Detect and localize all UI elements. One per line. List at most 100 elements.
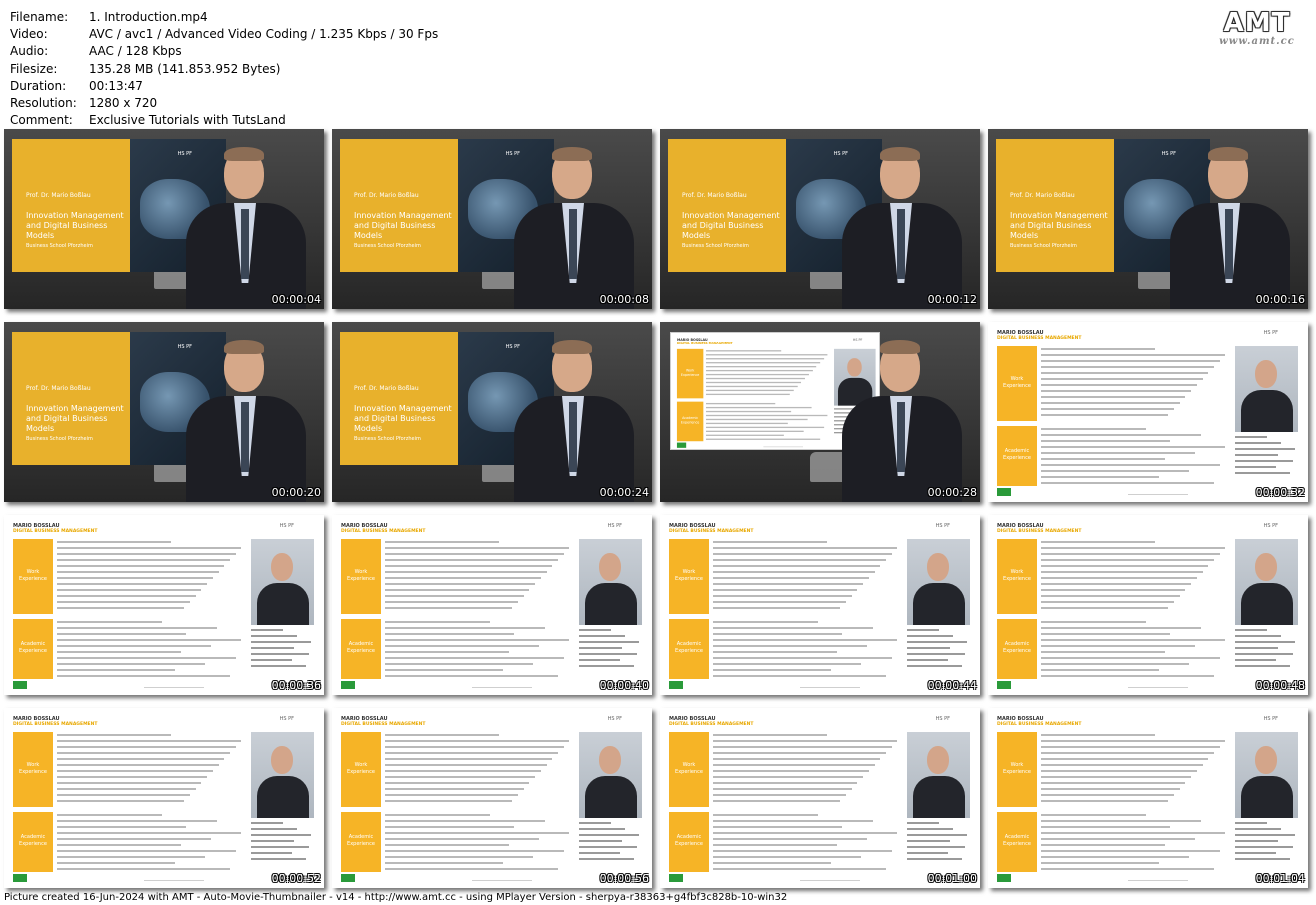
colloquium-info bbox=[579, 822, 642, 864]
info-value: 1280 x 720 bbox=[89, 96, 158, 111]
slide-school: Business School Pforzheim bbox=[682, 243, 749, 249]
text-line bbox=[713, 868, 886, 870]
text-line bbox=[713, 814, 818, 816]
text-line bbox=[1041, 820, 1201, 822]
text-line bbox=[907, 641, 968, 643]
cv-slide: MARIO BOSSLAU DIGITAL BUSINESS MANAGEMENT… bbox=[988, 322, 1308, 502]
thumbnail-timestamp: 00:00:28 bbox=[927, 486, 977, 499]
text-line bbox=[251, 852, 292, 854]
text-line bbox=[1041, 868, 1214, 870]
work-experience-label: Work Experience bbox=[1003, 762, 1031, 775]
presenter-tie bbox=[1225, 209, 1233, 279]
academic-experience-text bbox=[713, 621, 903, 681]
text-line bbox=[1041, 776, 1192, 778]
text-line bbox=[713, 770, 869, 772]
text-line bbox=[251, 834, 312, 836]
text-line bbox=[385, 633, 515, 635]
video-thumbnail: MARIO BOSSLAU DIGITAL BUSINESS MANAGEMENT… bbox=[4, 515, 324, 695]
portrait-head bbox=[1255, 746, 1277, 774]
text-line bbox=[57, 800, 185, 802]
text-line bbox=[907, 635, 953, 637]
text-line bbox=[385, 583, 536, 585]
info-row: Filename: 1. Introduction.mp4 bbox=[10, 9, 438, 26]
footer-credits: Picture created 16-Jun-2024 with AMT - A… bbox=[4, 892, 788, 903]
info-row: Audio: AAC / 128 Kbps bbox=[10, 43, 438, 60]
text-line bbox=[385, 547, 570, 549]
text-line bbox=[1041, 360, 1220, 362]
portrait-jacket bbox=[257, 776, 309, 818]
text-line bbox=[251, 665, 307, 667]
text-line bbox=[385, 740, 570, 742]
info-label: Filesize: bbox=[10, 61, 58, 76]
text-line bbox=[579, 647, 623, 649]
amt-logo-url: www.amt.cc bbox=[1219, 36, 1295, 47]
colloquium-info bbox=[1235, 629, 1298, 671]
text-line bbox=[385, 601, 518, 603]
portrait-head bbox=[599, 553, 621, 581]
academic-experience-label: Academic Experience bbox=[680, 416, 700, 425]
presenter-tie bbox=[569, 209, 577, 279]
work-experience-label: Work Experience bbox=[19, 762, 47, 775]
text-line bbox=[251, 828, 297, 830]
text-line bbox=[579, 834, 640, 836]
slide-presenter-name: Prof. Dr. Mario Boßlau bbox=[26, 192, 91, 199]
work-experience-label: Work Experience bbox=[1003, 569, 1031, 582]
text-line bbox=[713, 856, 862, 858]
text-line bbox=[579, 822, 611, 824]
text-line bbox=[1041, 814, 1146, 816]
text-line bbox=[907, 665, 963, 667]
text-line bbox=[57, 746, 236, 748]
text-line bbox=[907, 629, 939, 631]
text-line bbox=[705, 402, 775, 405]
text-line bbox=[57, 740, 242, 742]
cv-slide: MARIO BOSSLAU DIGITAL BUSINESS MANAGEMENT… bbox=[332, 515, 652, 695]
academic-experience-text bbox=[713, 814, 903, 874]
cv-hs-logo: HS PF bbox=[1263, 330, 1278, 336]
cv-subtitle: DIGITAL BUSINESS MANAGEMENT bbox=[676, 342, 733, 346]
text-line bbox=[57, 559, 230, 561]
text-line bbox=[1041, 396, 1186, 398]
text-line bbox=[57, 758, 225, 760]
academic-experience-label: Academic Experience bbox=[1003, 448, 1031, 461]
text-line bbox=[713, 675, 886, 677]
text-line bbox=[1235, 472, 1291, 474]
aacsb-logo bbox=[341, 681, 355, 689]
text-line bbox=[713, 607, 841, 609]
presenter-scene: MARIO BOSSLAU DIGITAL BUSINESS MANAGEMENT… bbox=[660, 322, 980, 502]
cv-portrait bbox=[907, 539, 970, 625]
portrait-head bbox=[927, 553, 949, 581]
video-thumbnail: HS PF Prof. Dr. Mario Boßlau Innovation Ma… bbox=[332, 322, 652, 502]
text-line bbox=[385, 577, 541, 579]
amt-logo-text: AMT bbox=[1223, 8, 1291, 38]
text-line bbox=[1235, 852, 1276, 854]
work-experience-text bbox=[385, 541, 575, 613]
info-row: Comment: Exclusive Tutorials with TutsLan… bbox=[10, 112, 438, 129]
slide-title: Innovation Management and Digital Busine… bbox=[26, 404, 124, 433]
text-line bbox=[1041, 675, 1214, 677]
thumbnail-timestamp: 00:00:16 bbox=[1255, 293, 1305, 306]
text-line bbox=[385, 782, 530, 784]
text-line bbox=[1041, 862, 1159, 864]
video-thumbnail: HS PF Prof. Dr. Mario Boßlau Innovation Ma… bbox=[4, 322, 324, 502]
colloquium-info bbox=[579, 629, 642, 671]
text-line bbox=[1235, 442, 1281, 444]
academic-experience-label: Academic Experience bbox=[1003, 641, 1031, 654]
text-line bbox=[705, 377, 806, 380]
text-line bbox=[1041, 446, 1226, 448]
text-line bbox=[1235, 828, 1281, 830]
cv-subtitle: DIGITAL BUSINESS MANAGEMENT bbox=[997, 722, 1082, 727]
text-line bbox=[251, 840, 295, 842]
thumbnail-timestamp: 00:00:24 bbox=[599, 486, 649, 499]
text-line bbox=[705, 438, 821, 440]
presenter-tie bbox=[241, 402, 249, 472]
text-line bbox=[713, 826, 843, 828]
text-line bbox=[1041, 565, 1209, 567]
text-line bbox=[713, 734, 827, 736]
video-thumbnail: MARIO BOSSLAU DIGITAL BUSINESS MANAGEMENT… bbox=[4, 708, 324, 888]
text-line bbox=[1041, 583, 1192, 585]
presenter-hair bbox=[880, 147, 920, 161]
text-line bbox=[907, 822, 939, 824]
academic-experience-text bbox=[705, 402, 831, 443]
colloquium-info bbox=[907, 822, 970, 864]
text-line bbox=[57, 782, 202, 784]
